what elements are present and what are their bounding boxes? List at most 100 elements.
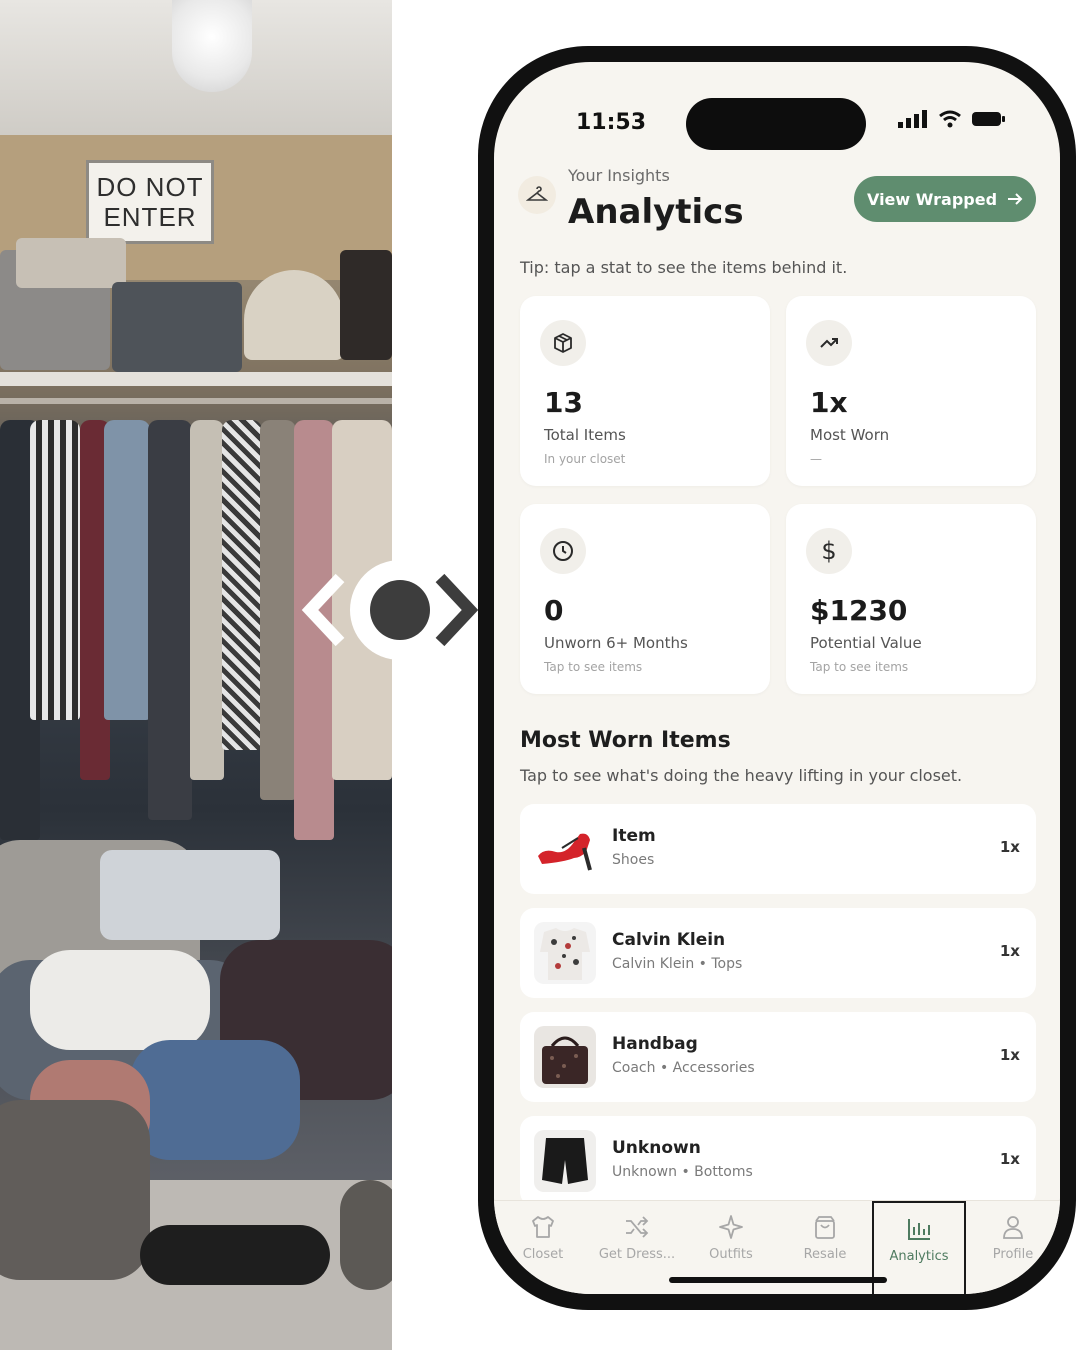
item-wear-count: 1x <box>999 942 1020 960</box>
hat <box>244 270 344 360</box>
stat-card-most-worn[interactable]: 1x Most Worn — <box>786 296 1036 486</box>
phone-frame: 11:53 Your Insights Analytics View Wrapp… <box>478 46 1076 1310</box>
hanging-garment <box>260 420 296 800</box>
view-wrapped-label: View Wrapped <box>866 189 998 209</box>
item-thumbnail-top <box>534 922 596 984</box>
signal-icon <box>898 110 927 128</box>
item-name: Calvin Klein <box>612 930 726 950</box>
item-meta: Coach • Accessories <box>612 1060 755 1076</box>
hanging-garment <box>30 420 80 720</box>
item-name: Handbag <box>612 1034 698 1054</box>
hanging-garment <box>190 420 224 780</box>
clothes-pile <box>0 1100 150 1280</box>
item-name: Item <box>612 826 656 846</box>
person-icon <box>1003 1216 1023 1239</box>
arrow-right-icon <box>1008 193 1023 205</box>
most-worn-title: Most Worn Items <box>520 728 731 753</box>
item-wear-count: 1x <box>999 838 1020 856</box>
tab-label: Resale <box>803 1247 847 1262</box>
do-not-enter-sign: DO NOT ENTER <box>86 160 214 244</box>
shelf <box>0 372 392 386</box>
battery-icon <box>972 112 1005 126</box>
shirt-icon <box>532 1216 554 1238</box>
box-icon <box>540 320 586 366</box>
sign-line-2: ENTER <box>103 202 197 232</box>
item-meta: Unknown • Bottoms <box>612 1164 753 1180</box>
most-worn-subtitle: Tap to see what's doing the heavy liftin… <box>520 766 963 785</box>
dynamic-island <box>686 98 866 150</box>
item-wear-count: 1x <box>999 1150 1020 1168</box>
app-logo <box>518 176 556 214</box>
stat-subtext: In your closet <box>544 452 626 466</box>
chevron-left-icon <box>301 573 345 647</box>
sign-line-1: DO NOT <box>96 172 204 202</box>
chevron-right-icon <box>435 573 479 647</box>
item-wear-count: 1x <box>999 1046 1020 1064</box>
compare-slider-handle[interactable] <box>300 560 480 660</box>
item-thumbnail-handbag <box>534 1026 596 1088</box>
item-thumbnail-shoes <box>534 818 596 880</box>
bar-chart-icon <box>908 1219 930 1240</box>
tab-label: Profile <box>992 1247 1034 1262</box>
item-meta: Shoes <box>612 852 655 868</box>
flip-flop <box>140 1225 330 1285</box>
clock-icon <box>540 528 586 574</box>
hanging-garment <box>222 420 262 750</box>
jeans-pile <box>130 1040 300 1160</box>
tab-label: Outfits <box>709 1247 753 1262</box>
trend-up-icon <box>806 320 852 366</box>
hat <box>340 250 392 360</box>
most-worn-item[interactable]: Handbag Coach • Accessories 1x <box>520 1012 1036 1102</box>
clothes-rod <box>0 398 392 404</box>
stat-value: 1x <box>810 386 848 419</box>
item-meta: Calvin Klein • Tops <box>612 956 743 972</box>
stat-value: $1230 <box>810 594 908 627</box>
most-worn-item[interactable]: Unknown Unknown • Bottoms 1x <box>520 1116 1036 1206</box>
home-indicator[interactable] <box>669 1277 887 1283</box>
tab-closet[interactable]: Closet <box>496 1201 590 1294</box>
bag-icon <box>815 1216 835 1239</box>
item-name: Unknown <box>612 1138 701 1158</box>
hanger-icon <box>526 186 548 201</box>
stat-subtext: Tap to see items <box>544 660 643 674</box>
stat-card-unworn[interactable]: 0 Unworn 6+ Months Tap to see items <box>520 504 770 694</box>
view-wrapped-button[interactable]: View Wrapped <box>854 176 1036 222</box>
stat-subtext: Tap to see items <box>810 660 909 674</box>
tip-text: Tip: tap a stat to see the items behind … <box>520 258 848 277</box>
page-eyebrow: Your Insights <box>568 166 670 185</box>
clothes-pile <box>30 950 210 1050</box>
tab-label: Get Dress... <box>598 1247 676 1262</box>
dollar-icon: $ <box>806 528 852 574</box>
stat-subtext: — <box>810 452 822 466</box>
hanging-garment <box>148 420 192 820</box>
status-icons <box>898 110 1006 128</box>
clothes-pile <box>340 1180 392 1290</box>
stat-label: Most Worn <box>810 426 890 444</box>
item-thumbnail-bottoms <box>534 1130 596 1192</box>
tab-profile[interactable]: Profile <box>966 1201 1060 1294</box>
shuffle-icon <box>626 1216 649 1238</box>
stat-value: 13 <box>544 386 583 419</box>
stat-label: Total Items <box>544 426 626 444</box>
stat-value: 0 <box>544 594 564 627</box>
phone-screen: 11:53 Your Insights Analytics View Wrapp… <box>494 62 1060 1294</box>
light-bulb <box>172 0 252 92</box>
before-photo: DO NOT ENTER <box>0 0 392 1350</box>
most-worn-item[interactable]: Calvin Klein Calvin Klein • Tops 1x <box>520 908 1036 998</box>
hanging-garment <box>104 420 150 720</box>
stat-card-total-items[interactable]: 13 Total Items In your closet <box>520 296 770 486</box>
stat-label: Potential Value <box>810 634 922 652</box>
tab-label: Closet <box>522 1247 564 1262</box>
page-title: Analytics <box>568 192 744 232</box>
app-header: Your Insights Analytics View Wrapped <box>518 162 1038 252</box>
sparkle-icon <box>719 1215 743 1239</box>
stat-label: Unworn 6+ Months <box>544 634 688 652</box>
slider-dot <box>370 580 430 640</box>
stat-card-potential-value[interactable]: $ $1230 Potential Value Tap to see items <box>786 504 1036 694</box>
storage-bin <box>100 850 280 940</box>
most-worn-item[interactable]: Item Shoes 1x <box>520 804 1036 894</box>
clothes-stack <box>16 238 126 288</box>
wifi-icon <box>939 110 961 128</box>
clothes-stack <box>112 282 242 372</box>
status-time: 11:53 <box>576 110 647 135</box>
